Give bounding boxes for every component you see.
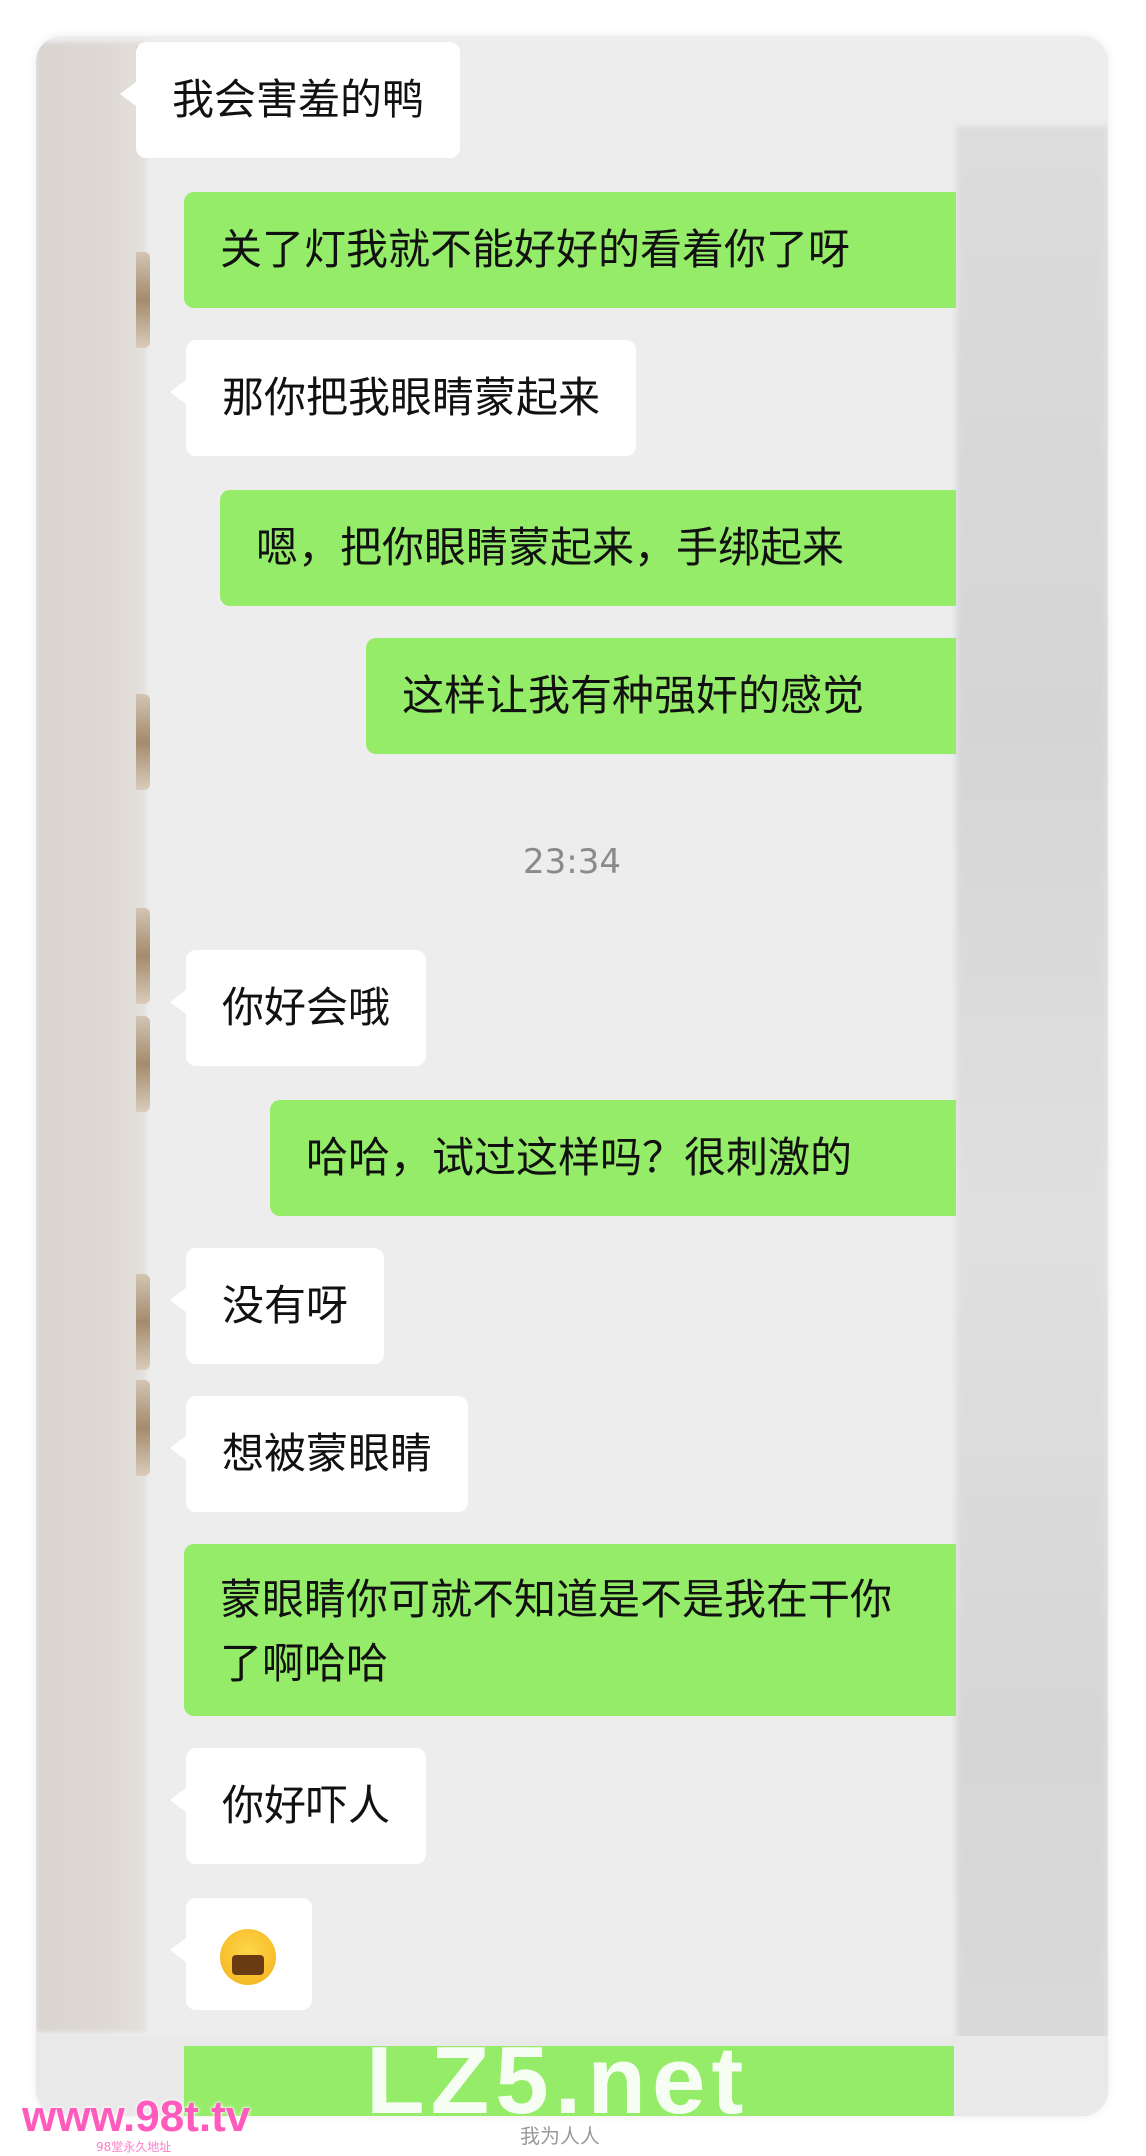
watermark-small: 我为人人 — [520, 2124, 600, 2148]
blurred-right-area — [956, 126, 1108, 2116]
avatar[interactable] — [136, 694, 150, 790]
avatar[interactable] — [136, 908, 150, 1004]
message-bubble-left[interactable]: 那你把我眼睛蒙起来 — [169, 340, 637, 456]
message-bubble-right[interactable]: 嗯，把你眼睛蒙起来，手绑起来 — [220, 490, 956, 606]
avatar[interactable] — [136, 1016, 150, 1112]
message-bubble-right[interactable]: 哈哈，试过这样吗？很刺激的 — [270, 1100, 956, 1216]
message-bubble-right[interactable]: 关了灯我就不能好好的看着你了呀 — [184, 192, 956, 308]
site-logo-subtitle: 98堂永久地址 — [96, 2140, 172, 2154]
avatar[interactable] — [136, 1380, 150, 1476]
message-bubble-left[interactable]: 想被蒙眼睛 — [169, 1396, 469, 1512]
message-bubble-left[interactable] — [170, 1898, 312, 2010]
avatar[interactable] — [136, 1274, 150, 1370]
watermark: LZ5.net — [366, 2027, 750, 2116]
chat-screenshot-frame: 我会害羞的鸭 关了灯我就不能好好的看着你了呀 那你把我眼睛蒙起来 嗯，把你眼睛蒙… — [36, 36, 1108, 2116]
message-bubble-right[interactable]: 这样让我有种强奸的感觉 — [366, 638, 956, 754]
blurred-left-area — [36, 42, 146, 2032]
message-bubble-left[interactable]: 你好吓人 — [169, 1748, 427, 1864]
avatar[interactable] — [136, 252, 150, 348]
crying-face-icon — [220, 1928, 276, 1985]
message-bubble-left[interactable]: 没有呀 — [169, 1248, 385, 1364]
message-bubble-right[interactable]: 蒙眼睛你可就不知道是不是我在干你了啊哈哈 — [184, 1544, 956, 1716]
timestamp: 23:34 — [523, 842, 621, 882]
message-bubble-left[interactable]: 你好会哦 — [169, 950, 427, 1066]
message-bubble-left[interactable]: 我会害羞的鸭 — [119, 42, 461, 158]
site-logo: www.98t.tv — [22, 2092, 251, 2141]
